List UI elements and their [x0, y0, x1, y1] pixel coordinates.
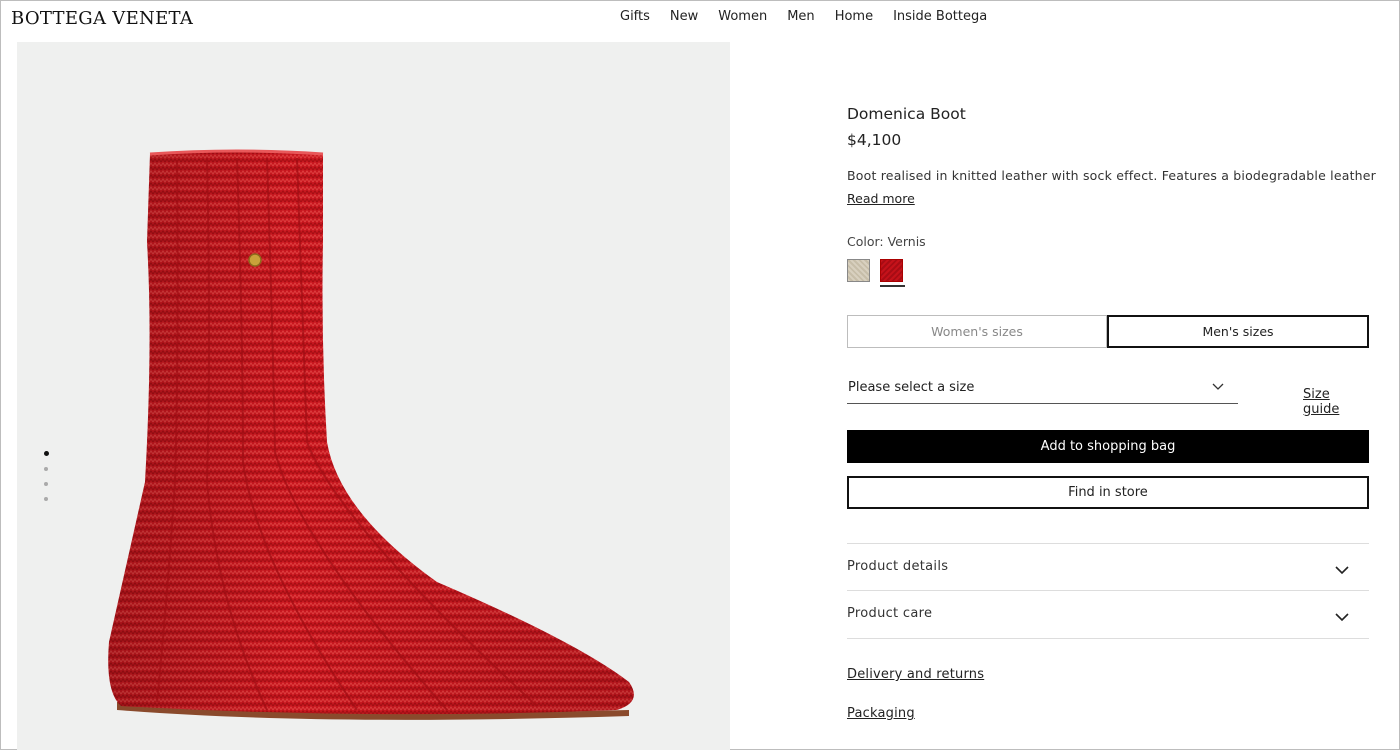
nav-inside-bottega[interactable]: Inside Bottega — [893, 9, 987, 24]
divider — [847, 638, 1369, 639]
product-description: Boot realised in knitted leather with so… — [847, 168, 1377, 183]
tab-mens-sizes[interactable]: Men's sizes — [1107, 315, 1369, 348]
main-nav: Gifts New Women Men Home Inside Bottega — [620, 9, 987, 24]
find-in-store-button[interactable]: Find in store — [847, 476, 1369, 509]
color-label: Color: Vernis — [847, 234, 926, 249]
red-swatch[interactable] — [880, 259, 903, 282]
gallery-dot[interactable] — [44, 467, 48, 471]
size-guide-link[interactable]: Size guide — [1303, 387, 1370, 417]
accordion-label: Product care — [847, 606, 933, 621]
brand-logo[interactable]: BOTTEGA VENETA — [11, 8, 193, 29]
size-select[interactable]: Please select a size — [847, 375, 1238, 404]
size-system-tabs: Women's sizes Men's sizes — [847, 315, 1369, 348]
nav-gifts[interactable]: Gifts — [620, 9, 650, 24]
product-gallery[interactable] — [17, 42, 730, 750]
chevron-down-icon — [1212, 381, 1224, 394]
nav-new[interactable]: New — [670, 9, 698, 24]
selected-swatch-indicator — [880, 285, 905, 287]
nav-men[interactable]: Men — [787, 9, 814, 24]
nav-home[interactable]: Home — [835, 9, 873, 24]
beige-swatch[interactable] — [847, 259, 870, 282]
gallery-dot[interactable] — [44, 497, 48, 501]
product-name: Domenica Boot — [847, 105, 966, 123]
tab-womens-sizes[interactable]: Women's sizes — [847, 315, 1107, 348]
accordion-product-care[interactable]: Product care — [847, 590, 1369, 638]
add-to-bag-button[interactable]: Add to shopping bag — [847, 430, 1369, 463]
size-select-placeholder: Please select a size — [848, 380, 975, 395]
packaging-link[interactable]: Packaging — [847, 706, 915, 721]
delivery-returns-link[interactable]: Delivery and returns — [847, 667, 984, 682]
chevron-down-icon — [1335, 607, 1349, 626]
gallery-dot[interactable] — [44, 482, 48, 486]
gallery-pagination — [44, 451, 49, 501]
accordion-product-details[interactable]: Product details — [847, 543, 1369, 591]
read-more-link[interactable]: Read more — [847, 191, 915, 206]
product-price: $4,100 — [847, 131, 902, 149]
accordion-label: Product details — [847, 559, 949, 574]
product-image — [108, 149, 634, 720]
nav-women[interactable]: Women — [718, 9, 767, 24]
gallery-dot[interactable] — [44, 451, 49, 456]
chevron-down-icon — [1335, 560, 1349, 579]
